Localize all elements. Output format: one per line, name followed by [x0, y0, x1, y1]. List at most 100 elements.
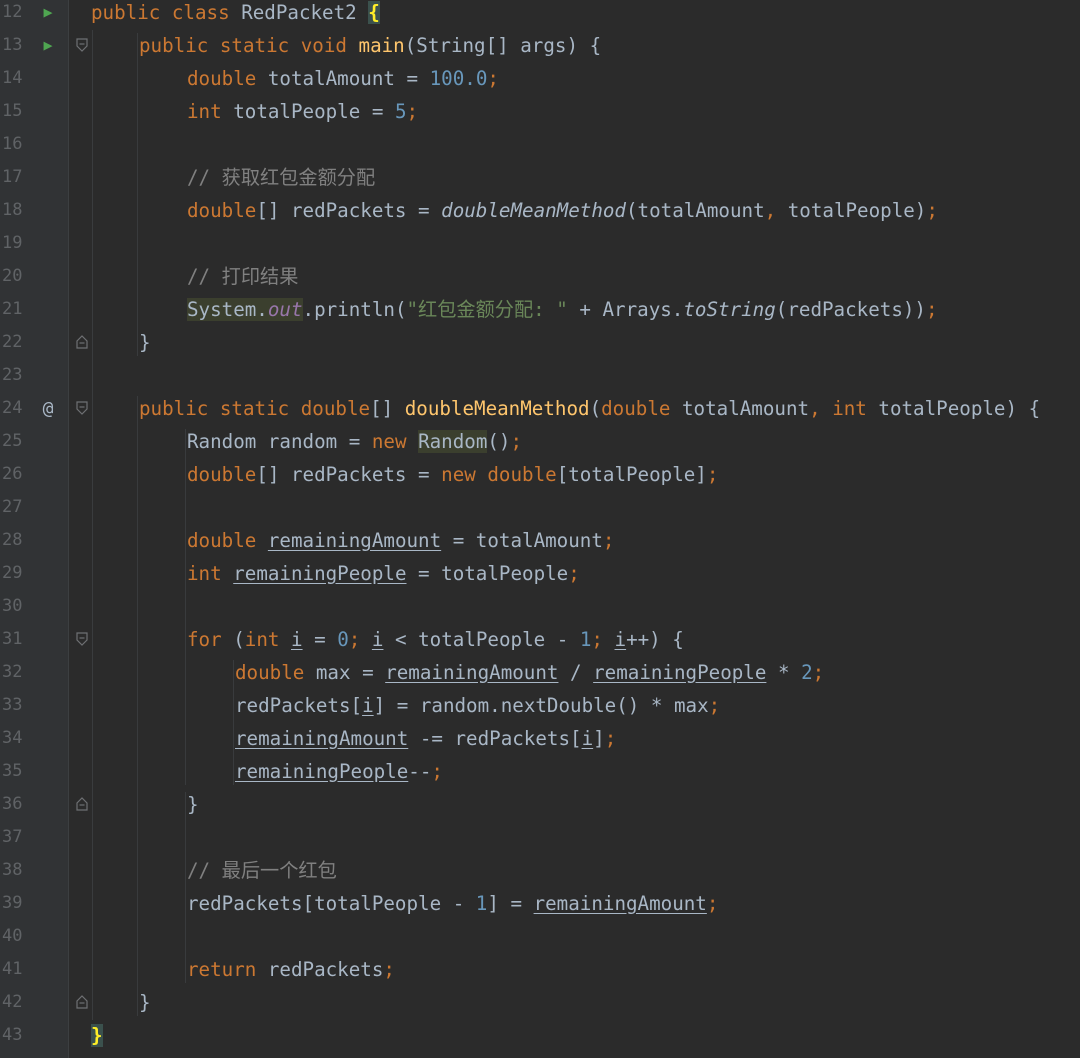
code-line[interactable]: 35 remainingPeople--;: [0, 755, 1080, 788]
code-text[interactable]: int remainingPeople = totalPeople;: [187, 557, 580, 590]
fold-open-icon[interactable]: [76, 632, 88, 646]
code-text[interactable]: return redPackets;: [187, 953, 395, 986]
code-line[interactable]: 18 double[] redPackets = doubleMeanMethod…: [0, 194, 1080, 227]
line-number: 18: [2, 200, 23, 220]
code-line[interactable]: 34 remainingAmount -= redPackets[i];: [0, 722, 1080, 755]
code-text[interactable]: double totalAmount = 100.0;: [187, 62, 499, 95]
code-line[interactable]: 20 // 打印结果: [0, 260, 1080, 293]
code-text[interactable]: int totalPeople = 5;: [187, 95, 418, 128]
run-triangle-icon[interactable]: ▶: [38, 29, 58, 62]
code-line[interactable]: 42}: [0, 986, 1080, 1019]
code-line[interactable]: 13 ▶ public static void main(String[] args…: [0, 29, 1080, 62]
code-text[interactable]: // 打印结果: [187, 260, 298, 293]
line-number: 28: [2, 530, 23, 550]
code-token: =: [302, 628, 338, 651]
code-text[interactable]: redPackets[totalPeople - 1] = remainingA…: [187, 887, 718, 920]
line-number: 36: [2, 794, 23, 814]
code-text[interactable]: for (int i = 0; i < totalPeople - 1; i++…: [187, 623, 684, 656]
code-line[interactable]: 25 Random random = new Random();: [0, 425, 1080, 458]
code-line[interactable]: 15 int totalPeople = 5;: [0, 95, 1080, 128]
code-text[interactable]: double[] redPackets = doubleMeanMethod(t…: [187, 194, 938, 227]
run-triangle-icon[interactable]: ▶: [38, 0, 58, 29]
code-line[interactable]: 12 ▶ public class RedPacket2 {: [0, 0, 1080, 29]
code-text[interactable]: remainingAmount -= redPackets[i];: [235, 722, 616, 755]
code-line[interactable]: 36}: [0, 788, 1080, 821]
code-text[interactable]: }: [91, 1019, 103, 1052]
code-token: ,: [809, 397, 833, 420]
code-text[interactable]: double max = remainingAmount / remaining…: [235, 656, 824, 689]
code-text[interactable]: double[] redPackets = new double[totalPe…: [187, 458, 718, 491]
code-token: double: [187, 529, 268, 552]
code-text[interactable]: Random random = new Random();: [187, 425, 522, 458]
fold-open-icon[interactable]: [76, 38, 88, 52]
fold-open-icon[interactable]: [76, 401, 88, 415]
line-number: 43: [2, 1025, 23, 1045]
code-text[interactable]: double remainingAmount = totalAmount;: [187, 524, 614, 557]
code-line[interactable]: 16: [0, 128, 1080, 161]
line-number: 27: [2, 497, 23, 517]
code-line[interactable]: 43}: [0, 1019, 1080, 1052]
code-text[interactable]: redPackets[i] = random.nextDouble() * ma…: [235, 689, 720, 722]
line-number: 34: [2, 728, 23, 748]
code-token: remainingAmount: [267, 529, 442, 552]
code-token: [] redPackets =: [256, 463, 442, 486]
code-line[interactable]: 41 return redPackets;: [0, 953, 1080, 986]
code-line[interactable]: 39 redPackets[totalPeople - 1] = remainin…: [0, 887, 1080, 920]
code-line[interactable]: 38 // 最后一个红包: [0, 854, 1080, 887]
code-text[interactable]: // 获取红包金额分配: [187, 161, 375, 194]
code-text[interactable]: public static void main(String[] args) {: [139, 29, 601, 62]
code-line[interactable]: 19: [0, 227, 1080, 260]
code-line[interactable]: 22}: [0, 326, 1080, 359]
code-token: for: [187, 628, 234, 651]
code-token: 5: [394, 100, 407, 123]
code-token: ;: [487, 67, 499, 90]
code-line[interactable]: 27: [0, 491, 1080, 524]
code-line[interactable]: 17 // 获取红包金额分配: [0, 161, 1080, 194]
at-sign-icon[interactable]: @: [38, 392, 58, 425]
code-token: 1: [475, 892, 488, 915]
code-line[interactable]: 28 double remainingAmount = totalAmount;: [0, 524, 1080, 557]
fold-close-icon[interactable]: [76, 995, 88, 1009]
code-line[interactable]: 40: [0, 920, 1080, 953]
code-token: (): [487, 430, 511, 453]
code-line[interactable]: 31 for (int i = 0; i < totalPeople - 1; i…: [0, 623, 1080, 656]
code-token: double: [235, 661, 316, 684]
code-line[interactable]: 26 double[] redPackets = new double[total…: [0, 458, 1080, 491]
code-token: main: [358, 34, 405, 57]
code-token: totalAmount =: [267, 67, 430, 90]
code-line[interactable]: 33 redPackets[i] = random.nextDouble() * …: [0, 689, 1080, 722]
code-line[interactable]: 37: [0, 821, 1080, 854]
code-text[interactable]: System.out.println("红包金额分配: " + Arrays.t…: [187, 293, 938, 326]
code-line[interactable]: 30: [0, 590, 1080, 623]
fold-close-icon[interactable]: [76, 335, 88, 349]
code-text[interactable]: public class RedPacket2 {: [91, 0, 380, 29]
code-token: ;: [708, 694, 721, 717]
code-line[interactable]: 21 System.out.println("红包金额分配: " + Arrays…: [0, 293, 1080, 326]
code-token: ;: [431, 760, 443, 783]
line-number: 25: [2, 431, 23, 451]
code-token: ;: [406, 100, 419, 123]
fold-close-icon[interactable]: [76, 797, 88, 811]
line-number: 17: [2, 167, 23, 187]
code-line[interactable]: 29 int remainingPeople = totalPeople;: [0, 557, 1080, 590]
code-text[interactable]: // 最后一个红包: [187, 854, 337, 887]
code-token: 100.0: [429, 67, 488, 90]
code-editor[interactable]: 12 ▶ public class RedPacket2 {13 ▶ public st…: [0, 0, 1080, 1058]
code-token: (totalAmount: [626, 199, 765, 222]
code-token: ;: [602, 529, 615, 552]
code-line[interactable]: 32 double max = remainingAmount / remaini…: [0, 656, 1080, 689]
line-number: 26: [2, 464, 23, 484]
indent-guide: [137, 396, 138, 1016]
code-token: i: [581, 727, 594, 750]
code-text[interactable]: remainingPeople--;: [235, 755, 443, 788]
code-line[interactable]: 24 @ public static double[] doubleMeanMeth…: [0, 392, 1080, 425]
code-line[interactable]: 23: [0, 359, 1080, 392]
code-text[interactable]: }: [139, 326, 151, 359]
code-text[interactable]: }: [187, 788, 199, 821]
code-token: -= redPackets[: [408, 727, 582, 750]
code-token: doubleMeanMethod: [404, 397, 590, 420]
code-token: double: [601, 397, 682, 420]
code-line[interactable]: 14 double totalAmount = 100.0;: [0, 62, 1080, 95]
code-text[interactable]: }: [139, 986, 151, 1019]
code-text[interactable]: public static double[] doubleMeanMethod(…: [139, 392, 1040, 425]
